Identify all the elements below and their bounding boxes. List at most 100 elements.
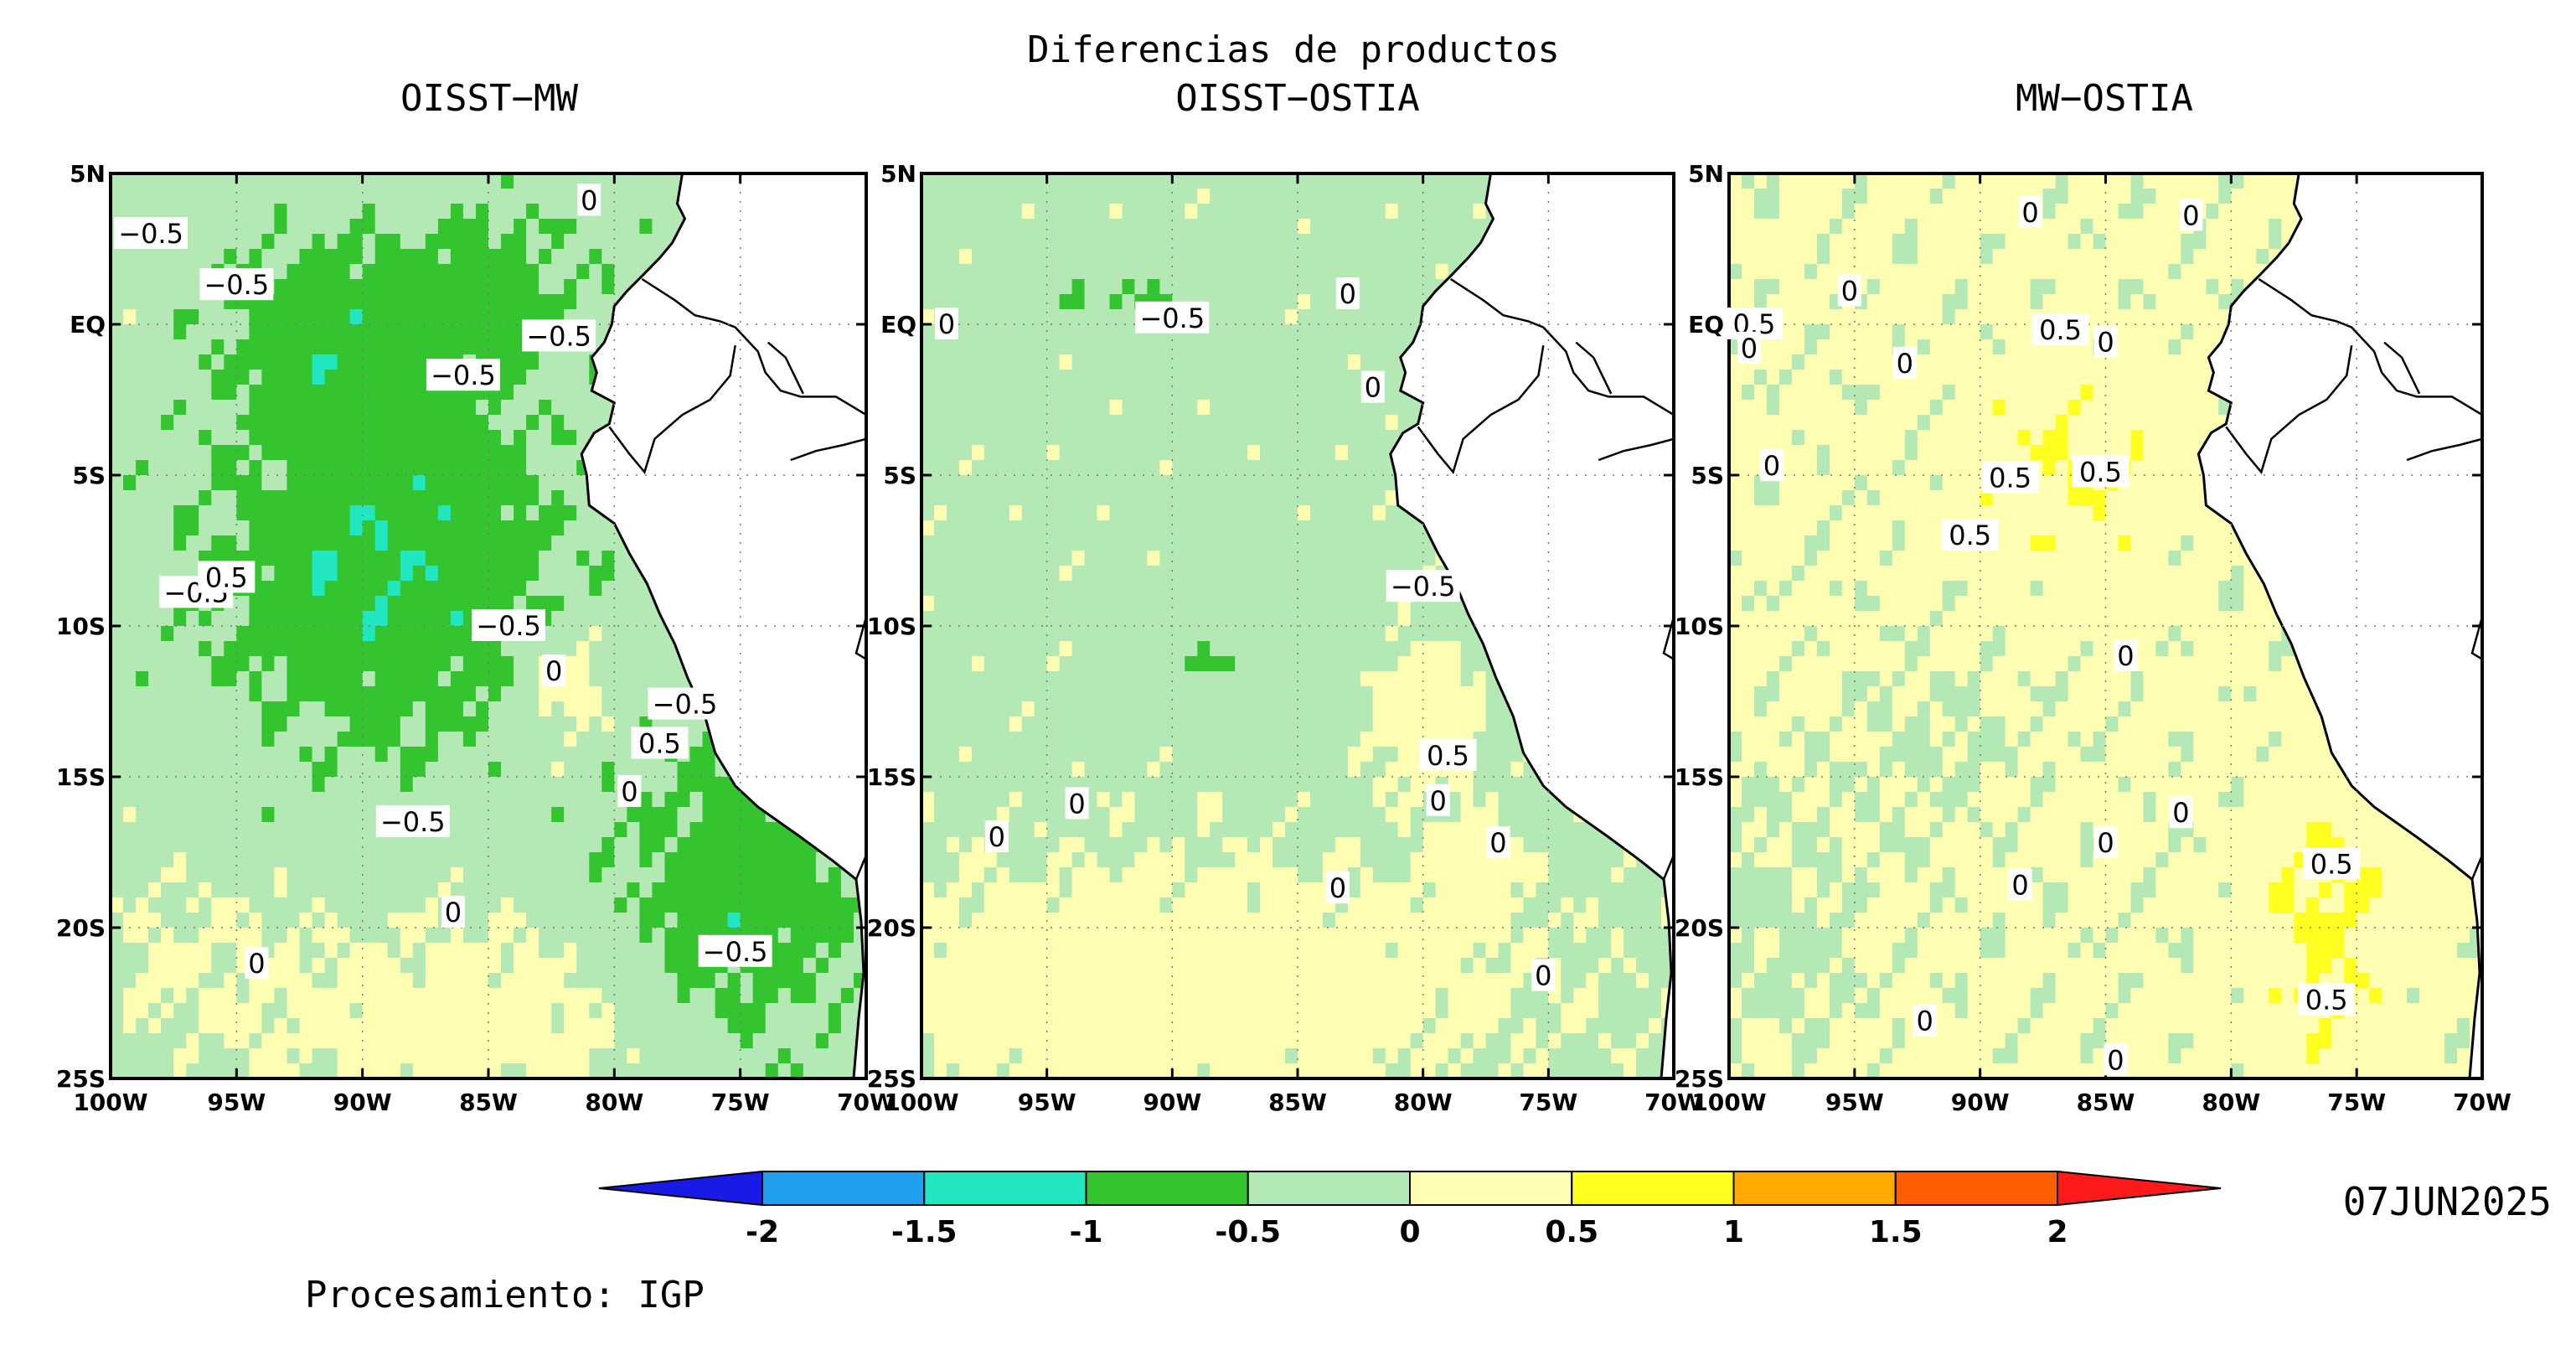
field-cell [971, 370, 985, 385]
field-cell [488, 596, 502, 612]
field-cell [1034, 445, 1048, 461]
field-cell [400, 928, 414, 944]
field-cell [551, 596, 565, 612]
field-cell [387, 490, 401, 506]
field-cell [501, 913, 514, 928]
field-cell [161, 882, 174, 898]
field-cell [1235, 249, 1248, 265]
field-cell [224, 1063, 237, 1078]
field-cell [551, 1018, 565, 1034]
field-cell [727, 1003, 741, 1019]
field-cell [136, 611, 149, 627]
field-cell [514, 1018, 527, 1034]
field-cell [1021, 189, 1035, 204]
field-cell [186, 837, 199, 853]
field-cell [1021, 294, 1035, 310]
field-cell [1260, 400, 1273, 416]
field-cell [501, 339, 514, 355]
field-cell [374, 535, 389, 551]
field-cell [677, 882, 691, 898]
field-cell [488, 535, 502, 551]
field-cell [1009, 219, 1023, 235]
field-cell [1071, 400, 1086, 416]
field-cell [1210, 415, 1223, 431]
field-cell [324, 611, 338, 627]
field-cell [425, 324, 439, 340]
field-cell [1298, 294, 1311, 310]
field-cell [224, 732, 237, 747]
field-cell [664, 656, 679, 672]
field-cell [249, 490, 262, 506]
field-cell [803, 897, 817, 913]
field-cell [564, 415, 577, 431]
field-cell [526, 445, 539, 461]
field-cell [551, 822, 565, 838]
field-cell [111, 520, 124, 536]
field-cell [136, 747, 149, 763]
field-cell [1410, 204, 1424, 220]
field-cell [1298, 415, 1311, 431]
field-cell [840, 928, 854, 944]
field-cell [539, 385, 552, 401]
field-cell [488, 490, 502, 506]
field-cell [249, 1048, 262, 1064]
field-cell [437, 958, 452, 974]
field-cell [312, 596, 326, 612]
field-cell [437, 732, 452, 747]
field-cell [1247, 475, 1261, 491]
field-cell [299, 490, 313, 506]
field-cell [136, 490, 149, 506]
field-cell [387, 732, 401, 747]
field-cell [274, 822, 287, 838]
field-cell [224, 882, 237, 898]
field-cell [312, 822, 326, 838]
field-cell [387, 385, 401, 401]
field-cell [387, 762, 401, 778]
field-cell [652, 204, 665, 220]
field-cell [287, 882, 301, 898]
figure: Diferencias de productos OISST−MW 100W 95… [56, 28, 2552, 1316]
field-cell [828, 1003, 842, 1019]
field-cell [387, 671, 401, 687]
field-cell [551, 807, 565, 823]
field-cell [450, 867, 464, 883]
field-cell [790, 988, 804, 1004]
field-cell [740, 882, 754, 898]
field-cell [790, 928, 804, 944]
field-cell [476, 1003, 489, 1019]
field-cell [186, 551, 199, 566]
field-cell [287, 822, 301, 838]
field-cell [1185, 415, 1198, 431]
field-cell [437, 1003, 452, 1019]
field-cell [589, 596, 602, 612]
field-cell [639, 249, 653, 265]
field-cell [1159, 490, 1173, 506]
field-cell [627, 1048, 640, 1064]
field-cell [589, 852, 602, 868]
field-cell [312, 928, 326, 944]
field-cell [249, 309, 262, 325]
field-cell [437, 551, 452, 566]
field-cell [601, 867, 615, 883]
field-cell [236, 173, 250, 189]
field-cell [123, 762, 137, 778]
field-cell [312, 671, 326, 687]
field-cell [1147, 490, 1160, 506]
field-cell [199, 354, 212, 370]
field-cell [111, 626, 124, 642]
field-cell [462, 641, 477, 657]
field-cell [173, 882, 187, 898]
field-cell [324, 189, 338, 204]
field-cell [1109, 400, 1123, 416]
field-cell [224, 837, 237, 853]
field-cell [1247, 445, 1261, 461]
field-cell [740, 913, 754, 928]
field-cell [476, 686, 489, 702]
field-cell [425, 671, 439, 687]
field-cell [727, 867, 741, 883]
field-cell [664, 837, 679, 853]
field-cell [476, 777, 489, 793]
field-cell [740, 837, 754, 853]
field-cell [564, 913, 577, 928]
field-cell [349, 249, 364, 265]
